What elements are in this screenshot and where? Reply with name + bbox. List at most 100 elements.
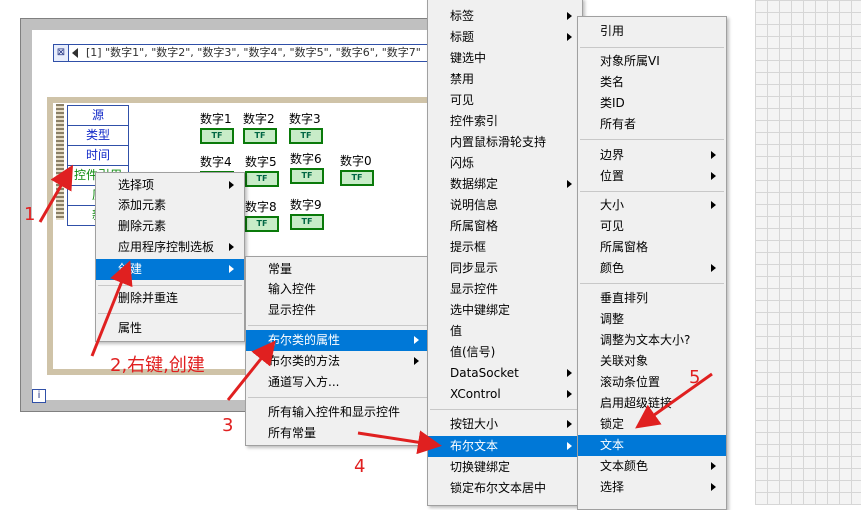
menu-item-label: 输入控件 [268,282,317,296]
menu-item-data-binding[interactable]: 数据绑定 [428,174,582,195]
menu-item-sync-display[interactable]: 同步显示 [428,258,582,279]
menu-item-label: 位置 [600,169,625,183]
menu-item-constant[interactable]: 常量 [246,259,429,280]
tf-terminal-icon[interactable]: TF [290,168,324,184]
menu-item-enable-hyperlink[interactable]: 启用超级链接 [578,393,726,414]
menu-item-label: 标签 [450,9,475,23]
menu-item-bool-method[interactable]: 布尔类的方法 [246,351,429,372]
menu-item-visible-text[interactable]: 可见 [578,216,726,237]
menu-item-selected-key[interactable]: 选中键绑定 [428,300,582,321]
menu-item-label: 可见 [450,93,475,107]
menu-item-delete-element[interactable]: 删除元素 [96,216,244,237]
bool-terminal[interactable]: 数字9 TF [290,198,324,230]
menu-item-owning-pane-text[interactable]: 所属窗格 [578,237,726,258]
menu-item-control-index[interactable]: 控件索引 [428,111,582,132]
menu-item-control[interactable]: 输入控件 [246,279,429,300]
menu-item-label: 添加元素 [118,198,167,212]
bool-terminal[interactable]: 数字6 TF [290,152,324,184]
annotation-step-2: 2,右键,创建 [110,355,205,376]
event-source-array[interactable]: ⊠ [1] "数字1", "数字2", "数字3", "数字4", "数字5",… [53,44,453,62]
node-row-source[interactable]: 源 [68,106,128,126]
menu-item-toggle-key[interactable]: 切换键绑定 [428,457,582,478]
tf-terminal-icon[interactable]: TF [245,171,279,187]
menu-item-label: 大小 [600,198,625,212]
menu-item-visible[interactable]: 可见 [428,90,582,111]
menu-item-owning-vi[interactable]: 对象所属VI [578,51,726,72]
menu-item-text[interactable]: 文本 [578,435,726,456]
annotation-step-4: 4 [354,456,366,477]
menu-item-label: 提示框 [450,240,487,254]
menu-item-label-prop[interactable]: 标签 [428,6,582,27]
menu-item-all-controls[interactable]: 所有输入控件和显示控件 [246,402,429,423]
menu-item-value-signal[interactable]: 值(信号) [428,342,582,363]
menu-item-properties[interactable]: 属性 [96,318,244,339]
menu-item-button-size[interactable]: 按钮大小 [428,414,582,435]
menu-item-datasocket[interactable]: DataSocket [428,363,582,384]
menu-item-bounds[interactable]: 边界 [578,145,726,166]
submenu-arrow-icon [711,462,716,470]
menu-item-channel-write[interactable]: 通道写入方... [246,372,429,393]
tf-terminal-icon[interactable]: TF [243,128,277,144]
menu-item-indicator-prop[interactable]: 显示控件 [428,279,582,300]
menu-item-indicator[interactable]: 显示控件 [246,300,429,321]
submenu-arrow-icon [711,264,716,272]
bool-terminal[interactable]: 数字1 TF [200,112,234,144]
info-icon[interactable]: i [32,389,46,403]
node-row-time[interactable]: 时间 [68,146,128,166]
tf-terminal-icon[interactable]: TF [200,128,234,144]
menu-item-mouse-wheel[interactable]: 内置鼠标滑轮支持 [428,132,582,153]
menu-item-label: 值(信号) [450,345,496,359]
bool-terminal[interactable]: 数字5 TF [245,155,279,187]
menu-item-size[interactable]: 大小 [578,195,726,216]
submenu-arrow-icon [567,12,572,20]
menu-item-lock[interactable]: 锁定 [578,414,726,435]
menu-item-owning-pane[interactable]: 所属窗格 [428,216,582,237]
menu-item-bool-text[interactable]: 布尔文本 [428,436,582,457]
menu-item-associated-obj[interactable]: 关联对象 [578,351,726,372]
menu-item-position[interactable]: 位置 [578,166,726,187]
menu-item-justify[interactable]: 调整 [578,309,726,330]
tf-terminal-icon[interactable]: TF [289,128,323,144]
menu-item-add-element[interactable]: 添加元素 [96,195,244,216]
bool-terminal[interactable]: 数字3 TF [289,112,323,144]
context-menu-bool-properties: 标签 标题 键选中 禁用 可见 控件索引 内置鼠标滑轮支持 闪烁 数据绑定 说明… [427,0,583,506]
menu-item-text-color[interactable]: 文本颜色 [578,456,726,477]
menu-item-xcontrol[interactable]: XControl [428,384,582,405]
menu-item-key-focus[interactable]: 键选中 [428,48,582,69]
menu-item-all-constants[interactable]: 所有常量 [246,423,429,444]
menu-item-class-id[interactable]: 类ID [578,93,726,114]
menu-item-vertical-arrange[interactable]: 垂直排列 [578,288,726,309]
menu-item-lock-text-center[interactable]: 锁定布尔文本居中 [428,478,582,499]
menu-item-select-text[interactable]: 选择 [578,477,726,498]
node-row-type[interactable]: 类型 [68,126,128,146]
menu-item-label: 按钮大小 [450,417,499,431]
menu-item-delete-rewire[interactable]: 删除并重连 [96,288,244,309]
tf-terminal-icon[interactable]: TF [290,214,324,230]
tf-terminal-icon[interactable]: TF [245,216,279,232]
bool-terminal[interactable]: 数字0 TF [340,154,374,186]
menu-item-class-name[interactable]: 类名 [578,72,726,93]
menu-item-reference[interactable]: 引用 [578,21,726,42]
bool-terminal[interactable]: 数字8 TF [245,200,279,232]
menu-item-size-to-text[interactable]: 调整为文本大小? [578,330,726,351]
menu-item-bool-property[interactable]: 布尔类的属性 [246,330,429,351]
menu-item-select[interactable]: 选择项 [96,175,244,196]
terminal-label: 数字3 [289,112,321,126]
decrement-arrow-icon[interactable] [72,48,78,58]
menu-item-scroll-position[interactable]: 滚动条位置 [578,372,726,393]
menu-item-label: 颜色 [600,261,625,275]
menu-item-disabled[interactable]: 禁用 [428,69,582,90]
tf-terminal-icon[interactable]: TF [340,170,374,186]
menu-item-label: 选中键绑定 [450,303,511,317]
menu-item-color[interactable]: 颜色 [578,258,726,279]
menu-item-label: 类名 [600,75,625,89]
menu-item-caption[interactable]: 标题 [428,27,582,48]
menu-item-tip-strip[interactable]: 提示框 [428,237,582,258]
menu-item-blinking[interactable]: 闪烁 [428,153,582,174]
menu-item-create[interactable]: 创建 [96,259,244,280]
menu-item-description[interactable]: 说明信息 [428,195,582,216]
bool-terminal[interactable]: 数字2 TF [243,112,277,144]
menu-item-app-palette[interactable]: 应用程序控制选板 [96,237,244,258]
menu-item-owner[interactable]: 所有者 [578,114,726,135]
menu-item-value[interactable]: 值 [428,321,582,342]
